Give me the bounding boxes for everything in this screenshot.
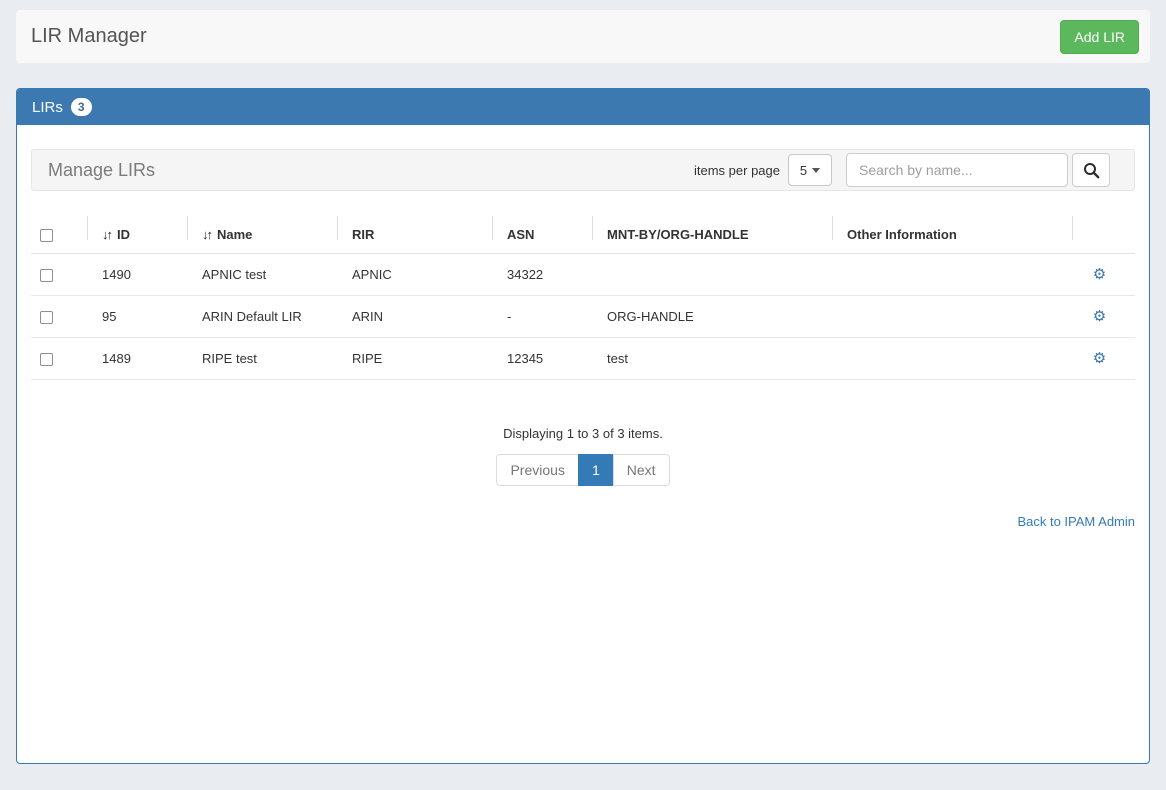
table-row: 95 ARIN Default LIR ARIN - ORG-HANDLE ⚙ (31, 296, 1135, 338)
row-checkbox[interactable] (40, 353, 53, 366)
lirs-panel: LIRs 3 Manage LIRs items per page 5 (16, 88, 1150, 764)
add-lir-button[interactable]: Add LIR (1060, 20, 1139, 54)
lirs-table: ↓↑ID ↓↑Name RIR ASN MNT-BY/ORG-HANDLE Ot… (31, 216, 1135, 380)
row-settings-button[interactable]: ⚙ (1093, 309, 1106, 324)
toolbar: Manage LIRs items per page 5 (31, 149, 1135, 191)
column-header-actions (1072, 216, 1135, 254)
page-header: LIR Manager Add LIR (16, 10, 1150, 63)
cell-name: APNIC test (187, 254, 337, 296)
items-per-page-value: 5 (800, 163, 807, 178)
cell-other (832, 296, 1072, 338)
gear-icon: ⚙ (1093, 307, 1106, 325)
cell-mnt-by: test (592, 338, 832, 380)
sort-icon: ↓↑ (202, 227, 211, 242)
sort-icon: ↓↑ (102, 227, 111, 242)
cell-mnt-by (592, 254, 832, 296)
table-row: 1490 APNIC test APNIC 34322 ⚙ (31, 254, 1135, 296)
toolbar-controls: items per page 5 (694, 153, 1110, 187)
footer-link-row: Back to IPAM Admin (31, 513, 1135, 531)
column-header-name[interactable]: ↓↑Name (187, 216, 337, 254)
gear-icon: ⚙ (1093, 349, 1106, 367)
cell-id: 95 (87, 296, 187, 338)
pagination-next[interactable]: Next (613, 454, 670, 486)
cell-name: ARIN Default LIR (187, 296, 337, 338)
search-button[interactable] (1072, 153, 1110, 187)
items-summary: Displaying 1 to 3 of 3 items. (31, 426, 1135, 441)
search-icon (1083, 162, 1100, 179)
panel-heading: LIRs 3 (17, 89, 1149, 125)
pagination-page-1[interactable]: 1 (578, 454, 614, 486)
cell-name: RIPE test (187, 338, 337, 380)
caret-down-icon (812, 168, 820, 173)
row-checkbox[interactable] (40, 269, 53, 282)
row-settings-button[interactable]: ⚙ (1093, 351, 1106, 366)
pagination-previous[interactable]: Previous (496, 454, 578, 486)
cell-mnt-by: ORG-HANDLE (592, 296, 832, 338)
toolbar-title: Manage LIRs (48, 160, 155, 181)
count-badge: 3 (71, 98, 92, 116)
cell-id: 1490 (87, 254, 187, 296)
table-header-row: ↓↑ID ↓↑Name RIR ASN MNT-BY/ORG-HANDLE Ot… (31, 216, 1135, 254)
column-header-rir: RIR (337, 216, 492, 254)
panel-body: Manage LIRs items per page 5 (17, 125, 1149, 547)
cell-id: 1489 (87, 338, 187, 380)
cell-asn: 34322 (492, 254, 592, 296)
column-header-asn: ASN (492, 216, 592, 254)
column-header-mnt-by: MNT-BY/ORG-HANDLE (592, 216, 832, 254)
cell-rir: RIPE (337, 338, 492, 380)
page-title: LIR Manager (31, 25, 147, 48)
column-header-id[interactable]: ↓↑ID (87, 216, 187, 254)
back-to-ipam-admin-link[interactable]: Back to IPAM Admin (1017, 514, 1135, 529)
pagination: Previous 1 Next (31, 454, 1135, 486)
cell-asn: 12345 (492, 338, 592, 380)
row-checkbox[interactable] (40, 311, 53, 324)
panel-title: LIRs (32, 99, 63, 116)
cell-rir: APNIC (337, 254, 492, 296)
cell-rir: ARIN (337, 296, 492, 338)
cell-other (832, 254, 1072, 296)
search-input[interactable] (846, 153, 1068, 187)
column-header-other-information: Other Information (832, 216, 1072, 254)
row-settings-button[interactable]: ⚙ (1093, 267, 1106, 282)
items-per-page-select[interactable]: 5 (788, 154, 832, 186)
cell-asn: - (492, 296, 592, 338)
table-row: 1489 RIPE test RIPE 12345 test ⚙ (31, 338, 1135, 380)
gear-icon: ⚙ (1093, 265, 1106, 283)
cell-other (832, 338, 1072, 380)
items-per-page-label: items per page (694, 163, 780, 178)
select-all-checkbox[interactable] (40, 229, 53, 242)
